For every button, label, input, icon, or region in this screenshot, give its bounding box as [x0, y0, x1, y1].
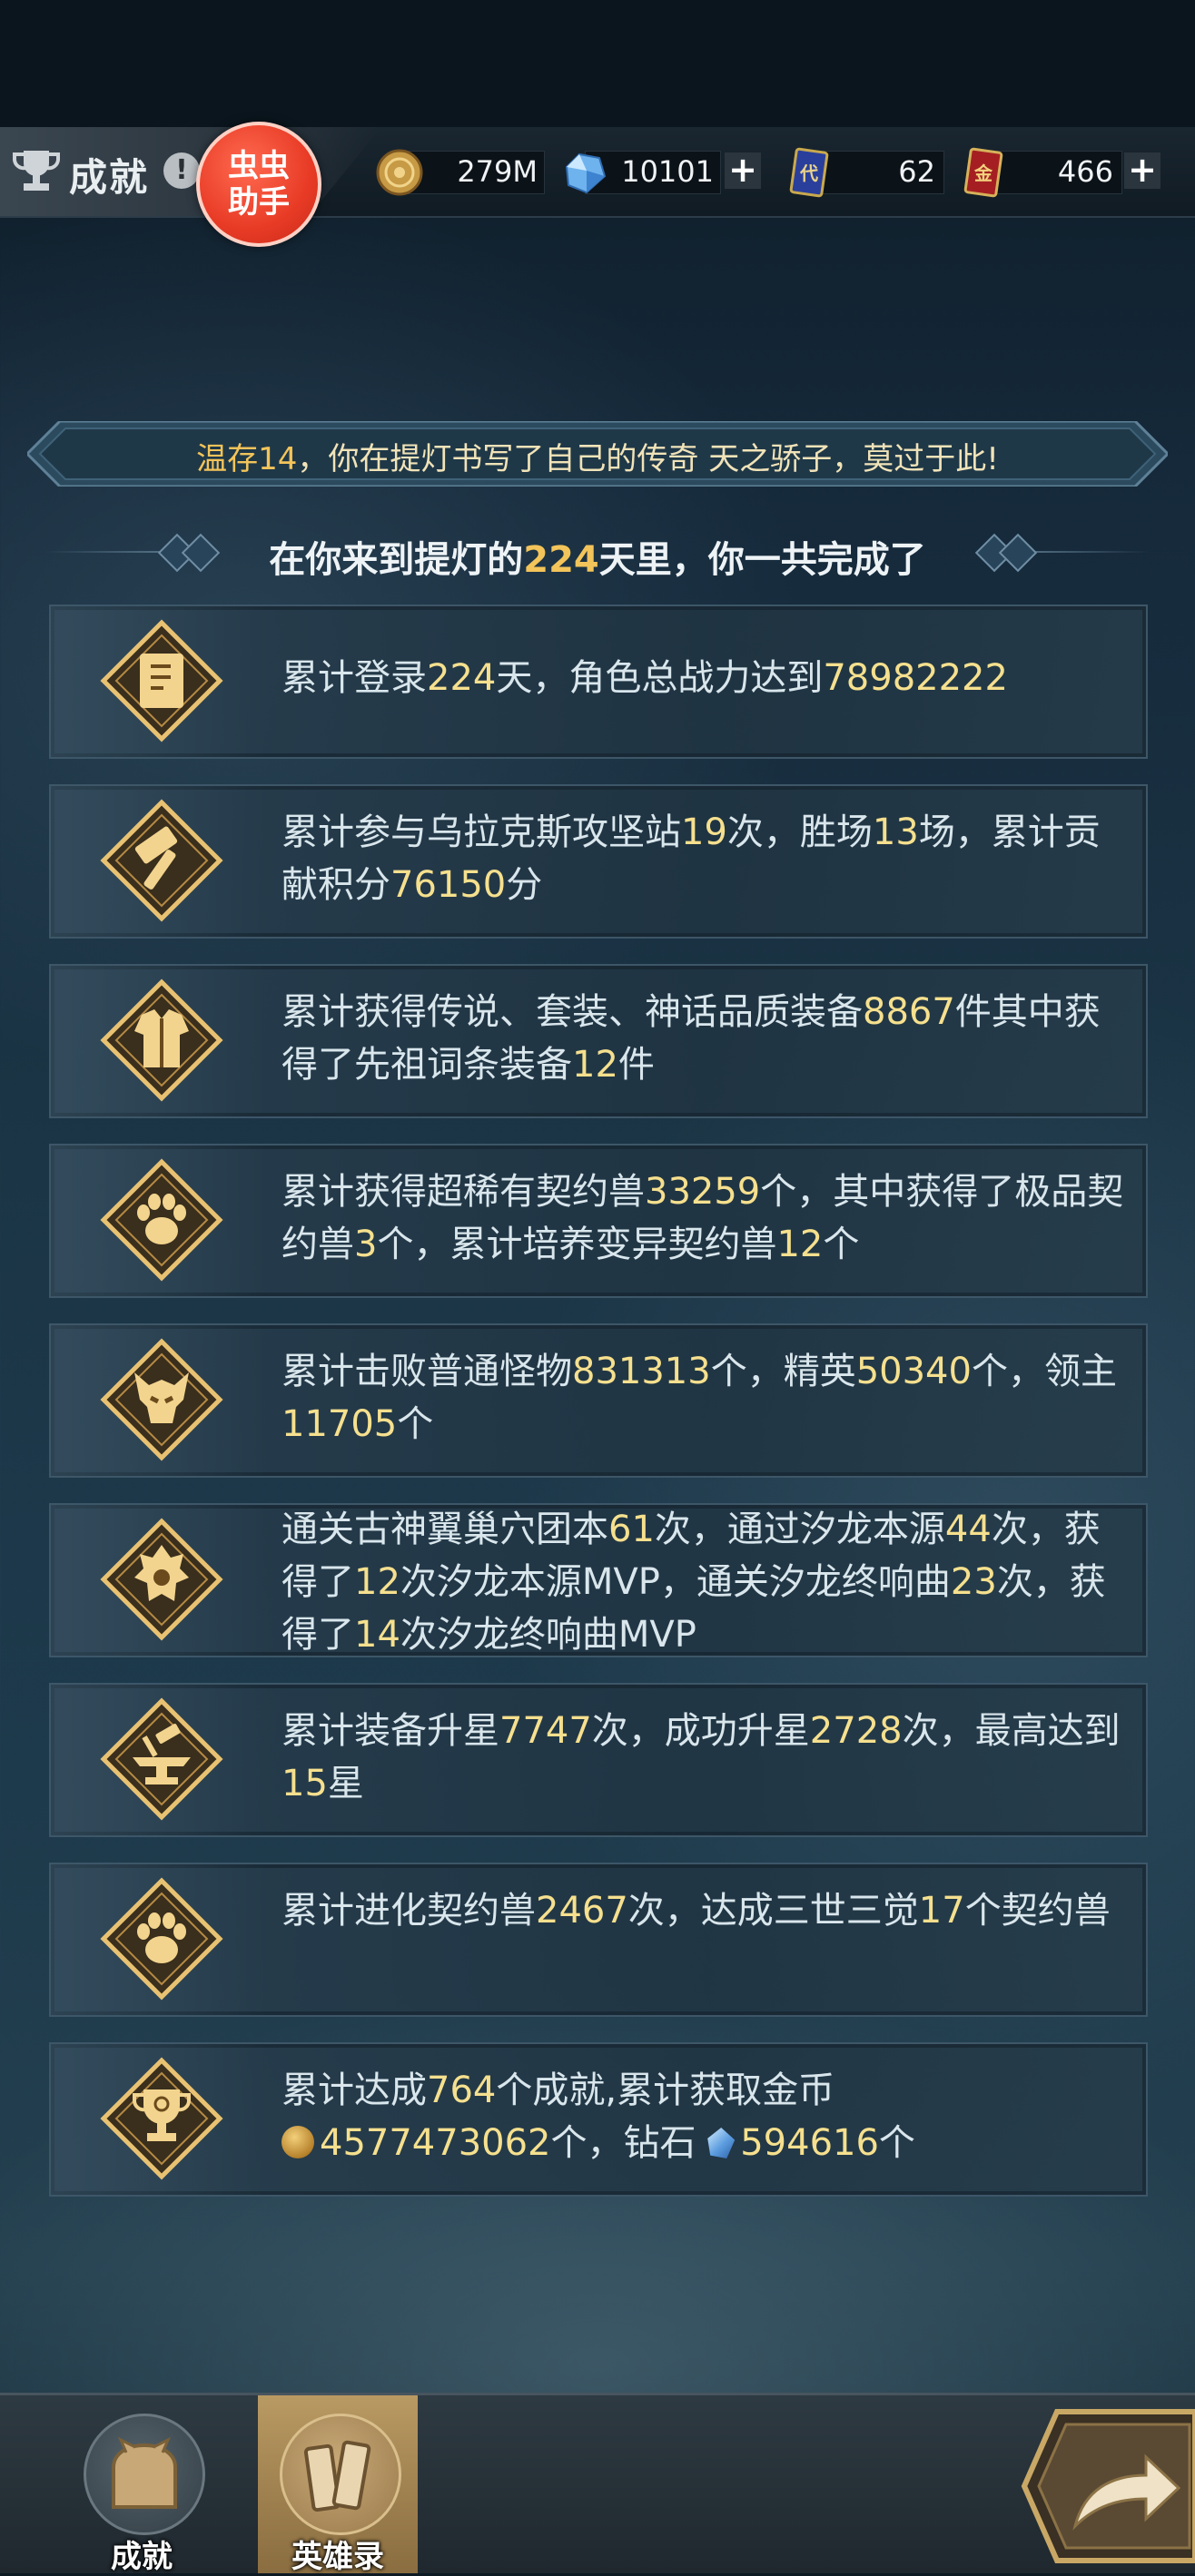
paw-icon [100, 1158, 223, 1282]
top-bar: 成就 ! 虫虫 助手 279M 10101 + 代 62 金 466 + [0, 122, 1195, 247]
card-text: 累计获得超稀有契约兽33259个，其中获得了极品契约兽3个，累计培养变异契约兽1… [281, 1171, 1124, 1265]
tab-achievements-icon [84, 2414, 205, 2535]
add-diamond-button[interactable]: + [725, 152, 761, 189]
blue-card-icon: 代 [789, 147, 829, 198]
banner-text: 温存14，你在提灯书写了自己的传奇 天之骄子，莫过于此! [196, 441, 999, 477]
tab-hero-records-icon [280, 2414, 401, 2535]
add-red-card-button[interactable]: + [1124, 152, 1160, 189]
card-text: 累计击败普通怪物831313个，精英50340个，领主11705个 [281, 1351, 1117, 1445]
red-card-resource: 金 466 + [961, 147, 1166, 198]
hammer-icon [100, 799, 223, 922]
title-banner: 温存14，你在提灯书写了自己的传奇 天之骄子，莫过于此! [27, 421, 1168, 487]
card-text: 累计参与乌拉克斯攻坚站19次，胜场13场，累计贡献积分76150分 [281, 811, 1101, 906]
summary-heading-text: 在你来到提灯的224天里，你一共完成了 [269, 539, 926, 581]
trophy-icon [100, 2057, 223, 2180]
card-text: 累计达成764个成就,累计获取金币 4577473062个，钻石 594616个 [281, 2070, 915, 2164]
achievement-card-evolve: 累计进化契约兽2467次，达成三世三觉17个契约兽 [49, 1863, 1148, 2017]
achievement-card-total: 累计达成764个成就,累计获取金币 4577473062个，钻石 594616个 [49, 2042, 1148, 2197]
scroll-icon [100, 619, 223, 742]
card-text: 累计获得传说、套装、神话品质装备8867件其中获得了先祖词条装备12件 [281, 991, 1101, 1086]
diamond-resource: 10101 + [559, 147, 765, 194]
page-title: 成就 [69, 155, 150, 200]
card-text: 累计装备升星7747次，成功升星2728次，最高达到15星 [281, 1710, 1121, 1804]
demon-icon [100, 1338, 223, 1461]
bottom-tab-bar: 成就 英雄录 [0, 2393, 1195, 2575]
help-icon[interactable]: ! [163, 152, 200, 189]
card-text: 通关古神翼巢穴团本61次，通过汐龙本源44次，获得了12次汐龙本源MVP，通关汐… [281, 1509, 1106, 1656]
helper-badge[interactable]: 虫虫 助手 [196, 122, 321, 247]
gold-coin-icon [281, 2126, 314, 2158]
dragon-icon [100, 1518, 223, 1641]
tab-hero-records[interactable]: 英雄录 [258, 2395, 418, 2575]
tab-hero-records-label: 英雄录 [291, 2539, 384, 2575]
card-text: 累计进化契约兽2467次，达成三世三觉17个契约兽 [281, 1890, 1111, 1932]
diamond-value: 10101 [621, 154, 714, 189]
status-bar-area [0, 0, 1195, 127]
blue-card-value: 62 [898, 154, 935, 189]
badge-line-2: 助手 [228, 184, 290, 221]
card-text: 累计登录224天，角色总战力达到78982222 [281, 657, 1008, 699]
achievement-card-siege: 累计参与乌拉克斯攻坚站19次，胜场13场，累计贡献积分76150分 [49, 784, 1148, 939]
svg-text:金: 金 [973, 162, 993, 184]
paw-icon [100, 1877, 223, 2001]
achievement-card-beasts: 累计获得超稀有契约兽33259个，其中获得了极品契约兽3个，累计培养变异契约兽1… [49, 1144, 1148, 1298]
badge-line-1: 虫虫 [228, 148, 290, 184]
red-card-icon: 金 [963, 147, 1003, 198]
achievement-card-login: 累计登录224天，角色总战力达到78982222 [49, 605, 1148, 759]
achievement-card-upgrade: 累计装备升星7747次，成功升星2728次，最高达到15星 [49, 1683, 1148, 1837]
red-card-value: 466 [1057, 154, 1113, 189]
gold-value: 279M [457, 154, 538, 189]
diamond-icon [565, 152, 607, 194]
tab-achievements-label: 成就 [111, 2539, 173, 2575]
diamond-icon [707, 2128, 736, 2158]
armor-icon [100, 978, 223, 1102]
achievement-card-raids: 通关古神翼巢穴团本61次，通过汐龙本源44次，获得了12次汐龙本源MVP，通关汐… [49, 1503, 1148, 1657]
achievement-card-monsters: 累计击败普通怪物831313个，精英50340个，领主11705个 [49, 1323, 1148, 1478]
trophy-icon [13, 151, 60, 191]
anvil-icon [100, 1697, 223, 1821]
blue-card-resource: 代 62 [786, 147, 944, 198]
summary-heading: 在你来到提灯的224天里，你一共完成了 [36, 525, 1159, 581]
tab-achievements[interactable]: 成就 [62, 2395, 222, 2575]
gold-coin-icon [376, 149, 423, 196]
share-arrow-button[interactable] [1021, 2408, 1195, 2564]
svg-text:代: 代 [799, 162, 818, 184]
achievement-card-equipment: 累计获得传说、套装、神话品质装备8867件其中获得了先祖词条装备12件 [49, 964, 1148, 1118]
gold-resource: 279M [374, 147, 545, 196]
